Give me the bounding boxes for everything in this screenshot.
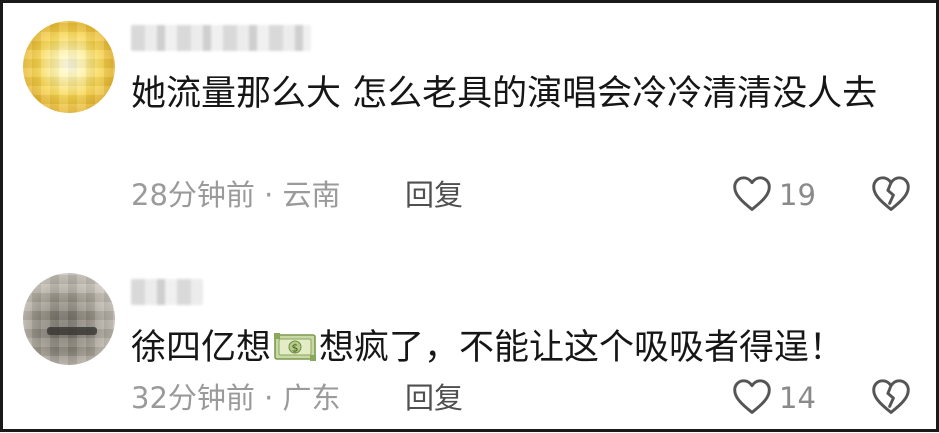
comment-text-part: 徐四亿想 xyxy=(131,328,272,368)
avatar[interactable] xyxy=(23,273,115,365)
reply-button[interactable]: 回复 xyxy=(405,378,463,418)
svg-text:$: $ xyxy=(292,342,299,355)
reply-button[interactable]: 回复 xyxy=(405,175,463,215)
dislike-button[interactable] xyxy=(870,175,912,215)
dislike-button[interactable] xyxy=(870,378,912,418)
like-count: 19 xyxy=(779,178,816,212)
comment-list: 她流量那么大 怎么老具的演唱会冷冷清清没人去 28分钟前 · 云南 回复 19 xyxy=(0,0,939,432)
broken-heart-outline-icon xyxy=(870,174,912,216)
avatar-mask xyxy=(47,327,97,335)
comment-item: 她流量那么大 怎么老具的演唱会冷冷清清没人去 28分钟前 · 云南 回复 19 xyxy=(3,3,936,233)
comment-item: 徐四亿想 $ 想疯了，不能让这个吸吸者得逞！ 32分钟前 · 广东 回复 14 xyxy=(3,243,936,433)
heart-outline-icon xyxy=(731,174,773,216)
heart-outline-icon xyxy=(731,377,773,419)
avatar[interactable] xyxy=(23,21,115,113)
comment-time-location: 28分钟前 · 云南 xyxy=(131,178,341,212)
comment-text: 她流量那么大 怎么老具的演唱会冷冷清清没人去 xyxy=(131,74,878,114)
like-button[interactable]: 19 xyxy=(731,175,816,215)
broken-heart-outline-icon xyxy=(870,377,912,419)
money-with-dollar-emoji: $ xyxy=(273,326,317,361)
like-button[interactable]: 14 xyxy=(731,378,816,418)
like-count: 14 xyxy=(779,381,816,415)
username-blurred[interactable] xyxy=(131,279,203,305)
comment-meta: 28分钟前 · 云南 回复 19 xyxy=(131,175,912,215)
comment-text: 徐四亿想 $ 想疯了，不能让这个吸吸者得逞！ xyxy=(131,323,911,373)
comment-text-part: 想疯了，不能让这个吸吸者得逞！ xyxy=(319,328,845,368)
comment-meta: 32分钟前 · 广东 回复 14 xyxy=(131,378,912,418)
username-blurred[interactable] xyxy=(131,25,311,51)
comment-time-location: 32分钟前 · 广东 xyxy=(131,381,341,415)
